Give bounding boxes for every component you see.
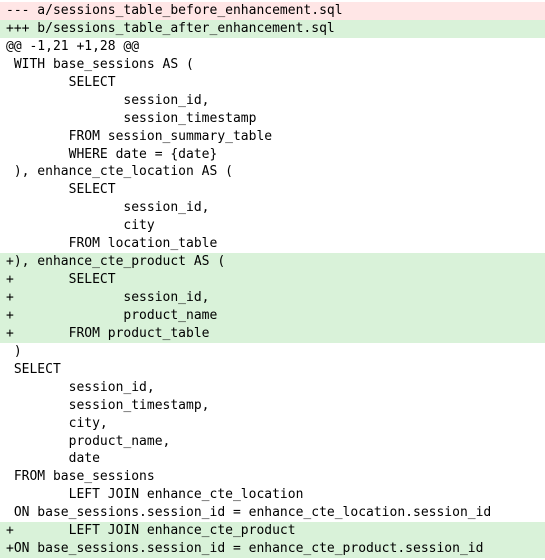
diff-line-added: +ON base_sessions.session_id = enhance_c…	[0, 540, 545, 558]
diff-line-context: SELECT	[0, 181, 545, 199]
diff-line-context: )	[0, 343, 545, 361]
diff-to-file: +++ b/sessions_table_after_enhancement.s…	[0, 20, 545, 38]
diff-body: WITH base_sessions AS ( SELECT session_i…	[0, 56, 545, 558]
diff-line-context: session_timestamp,	[0, 397, 545, 415]
diff-line-context: session_id,	[0, 199, 545, 217]
diff-line-context: product_name,	[0, 433, 545, 451]
diff-line-context: SELECT	[0, 74, 545, 92]
diff-line-context: LEFT JOIN enhance_cte_location	[0, 486, 545, 504]
diff-line-context: city	[0, 217, 545, 235]
diff-line-context: FROM location_table	[0, 235, 545, 253]
diff-line-context: WHERE date = {date}	[0, 146, 545, 164]
diff-view: --- a/sessions_table_before_enhancement.…	[0, 2, 545, 558]
diff-line-context: session_id,	[0, 379, 545, 397]
diff-hunk-header: @@ -1,21 +1,28 @@	[0, 38, 545, 56]
diff-line-added: +), enhance_cte_product AS (	[0, 253, 545, 271]
diff-from-file: --- a/sessions_table_before_enhancement.…	[0, 2, 545, 20]
diff-line-added: + session_id,	[0, 289, 545, 307]
diff-line-context: city,	[0, 415, 545, 433]
diff-line-context: session_id,	[0, 92, 545, 110]
diff-line-context: WITH base_sessions AS (	[0, 56, 545, 74]
diff-line-added: + FROM product_table	[0, 325, 545, 343]
diff-line-context: ), enhance_cte_location AS (	[0, 163, 545, 181]
diff-line-context: ON base_sessions.session_id = enhance_ct…	[0, 504, 545, 522]
diff-line-context: date	[0, 450, 545, 468]
diff-line-context: SELECT	[0, 361, 545, 379]
diff-line-context: session_timestamp	[0, 110, 545, 128]
diff-line-context: FROM base_sessions	[0, 468, 545, 486]
diff-line-added: + product_name	[0, 307, 545, 325]
diff-line-added: + SELECT	[0, 271, 545, 289]
diff-line-context: FROM session_summary_table	[0, 128, 545, 146]
diff-line-added: + LEFT JOIN enhance_cte_product	[0, 522, 545, 540]
